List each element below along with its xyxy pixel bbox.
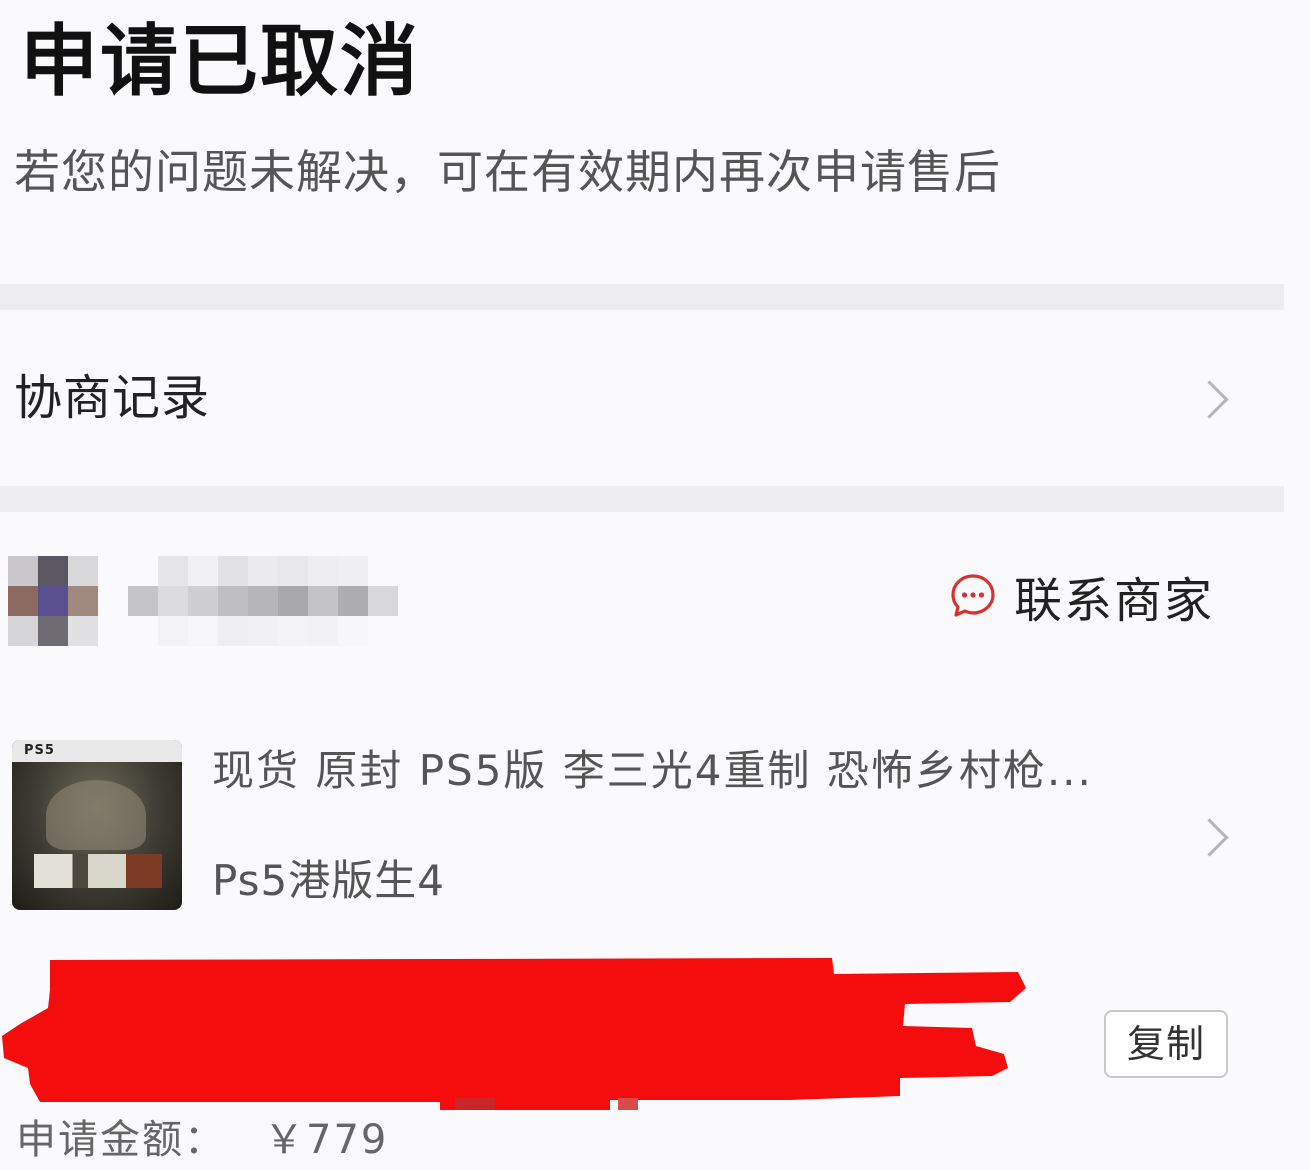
negotiation-record-row[interactable]: 协商记录 [0, 310, 1284, 486]
negotiation-record-label: 协商记录 [14, 370, 211, 426]
thumb-game-logo [34, 854, 162, 888]
product-card[interactable]: PS5 现货 原封 PS5版 李三光4重制 恐怖乡村枪... Ps5港版生4 [0, 720, 1284, 940]
store-name-pixelated [128, 556, 398, 646]
product-title: 现货 原封 PS5版 李三光4重制 恐怖乡村枪... [212, 746, 1093, 795]
contact-merchant-label: 联系商家 [1014, 573, 1215, 629]
thumb-cover-art [46, 780, 146, 850]
store-row: 联系商家 [0, 512, 1284, 688]
product-spec: Ps5港版生4 [212, 856, 445, 905]
chat-bubble-icon [951, 574, 995, 617]
chevron-right-icon [1190, 380, 1229, 419]
copy-button[interactable]: 复制 [1104, 1010, 1228, 1078]
contact-merchant-button[interactable]: 联系商家 [950, 560, 1214, 632]
refund-amount-value: ￥779 [264, 1117, 389, 1163]
status-title: 申请已取消 [20, 17, 421, 107]
section-divider [0, 284, 1284, 310]
after-sale-detail-page: 申请已取消 若您的问题未解决，可在有效期内再次申请售后 协商记录 联系商家 PS… [0, 0, 1310, 1170]
status-subtitle: 若您的问题未解决，可在有效期内再次申请售后 [14, 145, 1001, 199]
order-number-row: 复制 [0, 950, 1284, 1110]
section-divider [0, 486, 1284, 512]
thumb-platform-bar: PS5 [12, 740, 182, 762]
store-avatar-pixelated[interactable] [8, 556, 98, 646]
refund-amount-label: 申请金额： [16, 1117, 226, 1163]
product-thumbnail: PS5 [12, 740, 182, 910]
refund-amount-row: 申请金额： ￥779 [16, 1106, 388, 1166]
redaction-scribble [2, 958, 1026, 1110]
chevron-right-icon [1190, 818, 1229, 857]
